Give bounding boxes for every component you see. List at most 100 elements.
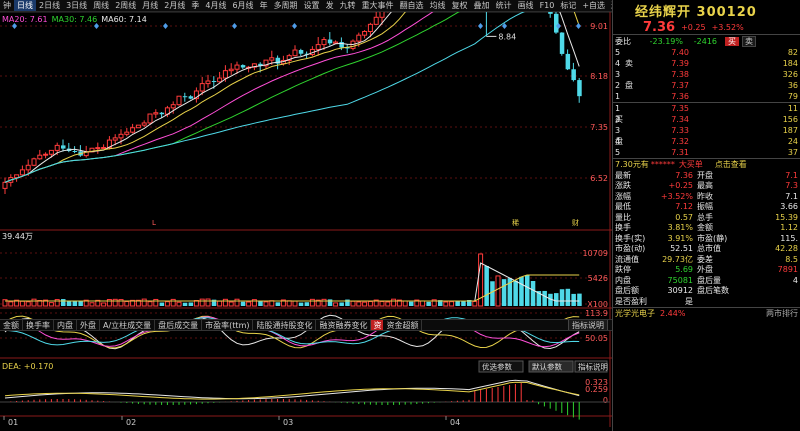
kline-chart[interactable]: 9.018.187.356.528.84L 稀财39.44万107095426X1… bbox=[0, 12, 612, 427]
period-tab[interactable]: 3日线 bbox=[63, 0, 90, 11]
candle-body bbox=[222, 70, 228, 79]
volume-bar bbox=[571, 293, 576, 306]
volume-bar bbox=[472, 300, 478, 307]
indicator-tab[interactable]: 融资融券变化 bbox=[316, 320, 372, 330]
ask-level-row[interactable]: 4 7.39 184 卖 bbox=[613, 58, 800, 69]
period-tab[interactable]: 6月线 bbox=[229, 0, 256, 11]
sector-rank[interactable]: 两市排行 bbox=[766, 308, 800, 319]
stat-key-2: 盘后量 bbox=[697, 275, 721, 285]
tool-button[interactable]: 标记 bbox=[557, 0, 579, 11]
stat-key-2: 外盘 bbox=[697, 265, 713, 275]
bid-level-row[interactable]: 5 7.31 37 bbox=[613, 147, 800, 158]
last-price: 7.36 bbox=[643, 19, 676, 35]
period-tab[interactable]: 日线 bbox=[14, 0, 36, 11]
ask-level-row[interactable]: 3 7.38 326 bbox=[613, 69, 800, 80]
date-axis-label: 04 bbox=[450, 418, 460, 427]
event-marker[interactable]: 财 bbox=[572, 218, 579, 227]
indicator-badge[interactable]: 资 bbox=[371, 320, 384, 330]
indicator-tab-capital[interactable]: 资金超额 bbox=[383, 320, 423, 330]
candle-body bbox=[577, 80, 582, 97]
stat-key-2: 振幅 bbox=[697, 202, 713, 212]
chart-area[interactable]: 9.01 8.18 7.35 6.52 8.84 L 稀财 39.44万 10709 5426 X1… bbox=[0, 12, 612, 427]
candle-body bbox=[356, 34, 362, 42]
stock-title[interactable]: 经纬辉开 300120 bbox=[613, 0, 800, 20]
candle-body bbox=[292, 49, 298, 57]
sell-button[interactable]: 卖 bbox=[742, 35, 756, 47]
tool-button[interactable]: 发 bbox=[323, 0, 337, 11]
macd-param-button[interactable]: 默认参数 bbox=[528, 360, 574, 373]
indicator-tab[interactable]: 换手率 bbox=[23, 320, 54, 330]
volume-bar bbox=[182, 302, 188, 306]
indicator-tab[interactable]: 外盘 bbox=[77, 320, 100, 330]
bid-level-row[interactable]: 4 7.32 24 盘 bbox=[613, 136, 800, 147]
tool-button[interactable]: 翻自选 bbox=[397, 0, 427, 11]
bid-level-row[interactable]: 2 7.34 156 买 bbox=[613, 114, 800, 125]
volume-bar bbox=[153, 298, 159, 307]
period-tab[interactable]: 设置 bbox=[301, 0, 323, 11]
stat-value: +0.25 bbox=[668, 181, 693, 191]
period-toolbar: 钟日线 2日线 3日线 周线 2周线 月线 2月线季 4月线 6月线年多周期 设置发九转 重大事件翻… bbox=[0, 0, 612, 12]
tool-button[interactable]: 画线 bbox=[515, 0, 537, 11]
stat-key: 市盈(动) bbox=[615, 244, 646, 254]
price-change: +0.25 bbox=[681, 22, 706, 32]
volume-bar bbox=[304, 302, 310, 306]
indicator-tab[interactable]: 盘后成交量 bbox=[155, 320, 203, 330]
level-volume: 36 bbox=[787, 81, 798, 90]
macd-param-button[interactable]: 优选参数 bbox=[478, 360, 524, 373]
volume-bar bbox=[484, 266, 489, 306]
trade-bar-right[interactable]: 点击查看 bbox=[703, 159, 747, 170]
stat-row: 涨跌 +0.25 最高 7.3 bbox=[613, 181, 800, 192]
indicator-tab[interactable]: 陆股通持股变化 bbox=[253, 320, 317, 330]
period-tab[interactable]: 4月线 bbox=[202, 0, 229, 11]
tool-button[interactable]: +自选 bbox=[579, 0, 608, 11]
stat-key: 涨幅 bbox=[615, 191, 631, 201]
period-tab[interactable]: 2日线 bbox=[36, 0, 63, 11]
trade-bar[interactable]: 7.30元有 ****** 大买单 点击查看 bbox=[613, 158, 800, 170]
volume-bar bbox=[530, 280, 536, 306]
period-tab[interactable]: 钟 bbox=[0, 0, 14, 11]
indicator-tab[interactable]: A/立柱成交量 bbox=[100, 320, 156, 330]
period-tab[interactable]: 多周期 bbox=[271, 0, 301, 11]
tool-button[interactable]: F10 bbox=[537, 0, 558, 11]
stat-value: 75081 bbox=[667, 275, 693, 285]
tool-button[interactable]: 九转 bbox=[337, 0, 359, 11]
volume-bar bbox=[367, 301, 373, 307]
candle-body bbox=[48, 149, 54, 155]
buy-button[interactable]: 买 bbox=[725, 36, 739, 46]
period-tab[interactable]: 2月线 bbox=[161, 0, 188, 11]
candle-body bbox=[101, 146, 107, 149]
tool-button[interactable]: 均线 bbox=[427, 0, 449, 11]
volume-bar bbox=[385, 301, 391, 307]
indicator-tab[interactable]: 市盈率(ttm) bbox=[202, 320, 254, 330]
stat-row: 换手 3.81% 金额 1.12 bbox=[613, 223, 800, 234]
stat-value-2: 7.3 bbox=[785, 181, 798, 191]
volume-bar bbox=[490, 281, 495, 306]
tool-button[interactable]: 叠加 bbox=[471, 0, 493, 11]
tool-button[interactable]: 复权 bbox=[449, 0, 471, 11]
volume-bar bbox=[217, 300, 223, 307]
period-tab[interactable]: 周线 bbox=[90, 0, 112, 11]
period-tab[interactable]: 季 bbox=[188, 0, 202, 11]
stat-key-2: 金额 bbox=[697, 223, 713, 233]
period-tab[interactable]: 月线 bbox=[139, 0, 161, 11]
ask-level-row[interactable]: 1 7.36 79 bbox=[613, 91, 800, 102]
sector-row[interactable]: 光学光电子 2.44% 两市排行 bbox=[613, 306, 800, 320]
period-tab[interactable]: 2周线 bbox=[112, 0, 139, 11]
candle-body bbox=[362, 31, 368, 36]
event-marker[interactable]: 稀 bbox=[512, 218, 519, 227]
indicator-tab[interactable]: 内盘 bbox=[54, 320, 77, 330]
candle-body bbox=[31, 158, 37, 166]
bid-level-row[interactable]: 1 7.35 11 bbox=[613, 103, 800, 114]
indicator-help-button[interactable]: 指标说明 bbox=[568, 320, 608, 330]
bid-level-row[interactable]: 3 7.33 187 bbox=[613, 125, 800, 136]
event-marker[interactable]: L bbox=[152, 219, 156, 227]
tool-button[interactable]: 重大事件 bbox=[359, 0, 397, 11]
macd-param-button[interactable]: 指标说明 bbox=[574, 360, 608, 373]
ask-level-row[interactable]: 5 7.40 82 bbox=[613, 47, 800, 58]
period-tab[interactable]: 年 bbox=[257, 0, 271, 11]
tool-button[interactable]: 统计 bbox=[493, 0, 515, 11]
indicator-tab[interactable]: 金额 bbox=[0, 320, 23, 330]
candle-body bbox=[327, 39, 333, 44]
ask-level-row[interactable]: 2 7.37 36 盘 bbox=[613, 80, 800, 91]
ma-line bbox=[4, 12, 525, 183]
